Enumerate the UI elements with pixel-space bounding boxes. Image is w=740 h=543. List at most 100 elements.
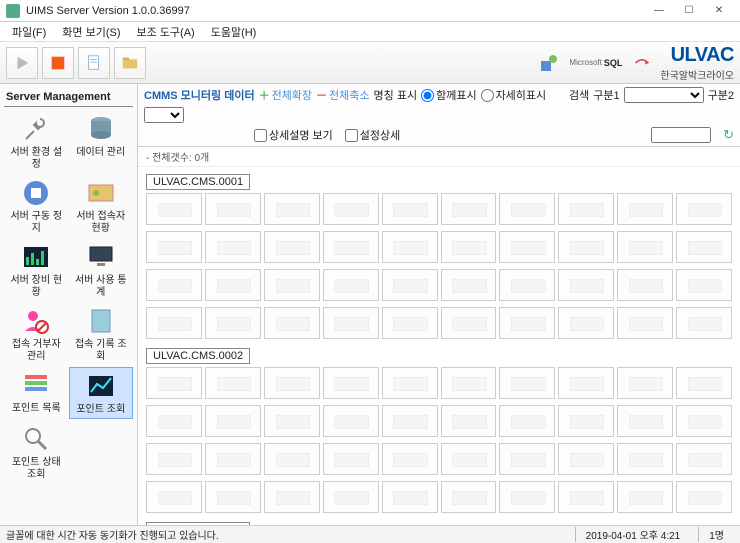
sidebar-item-9[interactable]: 포인트 조회 [69,367,134,419]
data-cell[interactable] [441,269,497,301]
search-input[interactable] [651,127,711,143]
data-cell[interactable] [676,443,732,475]
sidebar-item-2[interactable]: 서버 구동 정지 [4,175,69,237]
data-cell[interactable] [205,367,261,399]
sidebar-item-10[interactable]: 포인트 상태 조회 [4,421,69,483]
group2-select[interactable] [144,107,184,123]
data-cell[interactable] [441,193,497,225]
data-cell[interactable] [146,269,202,301]
data-cell[interactable] [205,405,261,437]
data-cell[interactable] [382,367,438,399]
data-cell[interactable] [676,269,732,301]
data-grid-area[interactable]: ULVAC.CMS.0001 ULVAC.CMS.0002 ULVAC.CMS.00… [138,167,740,525]
data-cell[interactable] [323,231,379,263]
data-cell[interactable] [676,367,732,399]
data-cell[interactable] [382,269,438,301]
data-cell[interactable] [205,231,261,263]
close-button[interactable]: ✕ [704,1,734,21]
data-cell[interactable] [676,193,732,225]
data-cell[interactable] [146,367,202,399]
data-cell[interactable] [499,367,555,399]
data-cell[interactable] [499,231,555,263]
data-cell[interactable] [499,481,555,513]
data-cell[interactable] [205,269,261,301]
data-cell[interactable] [205,443,261,475]
data-cell[interactable] [558,231,614,263]
menu-view[interactable]: 화면 보기(S) [54,22,128,42]
data-cell[interactable] [382,231,438,263]
menu-help[interactable]: 도움말(H) [203,22,265,42]
compact-radio[interactable]: 함께표시 [421,87,476,103]
data-cell[interactable] [382,405,438,437]
data-cell[interactable] [264,231,320,263]
expand-all-button[interactable]: ＋전체확장 [259,87,312,103]
data-cell[interactable] [264,269,320,301]
maximize-button[interactable]: ☐ [674,1,704,21]
data-cell[interactable] [676,481,732,513]
data-cell[interactable] [617,231,673,263]
data-cell[interactable] [676,231,732,263]
data-cell[interactable] [441,367,497,399]
data-cell[interactable] [558,367,614,399]
data-cell[interactable] [146,405,202,437]
data-cell[interactable] [617,307,673,339]
setting-detail-checkbox[interactable]: 설정상세 [345,127,400,143]
folder-button[interactable] [114,47,146,79]
data-cell[interactable] [264,405,320,437]
group-header[interactable]: ULVAC.CMS.0001 [146,174,250,190]
data-cell[interactable] [499,405,555,437]
group-header[interactable]: ULVAC.CMS.0002 [146,348,250,364]
data-cell[interactable] [617,193,673,225]
stop-button[interactable] [42,47,74,79]
data-cell[interactable] [441,443,497,475]
data-cell[interactable] [617,269,673,301]
detail-radio[interactable]: 자세히표시 [481,87,547,103]
data-cell[interactable] [558,405,614,437]
data-cell[interactable] [441,405,497,437]
data-cell[interactable] [382,193,438,225]
data-cell[interactable] [264,443,320,475]
data-cell[interactable] [499,193,555,225]
play-button[interactable] [6,47,38,79]
data-cell[interactable] [499,307,555,339]
data-cell[interactable] [617,405,673,437]
detail-expand-checkbox[interactable]: 상세설명 보기 [254,127,333,143]
sidebar-item-0[interactable]: 서버 환경 설정 [4,111,69,173]
data-cell[interactable] [323,193,379,225]
data-cell[interactable] [264,481,320,513]
data-cell[interactable] [323,443,379,475]
data-cell[interactable] [617,481,673,513]
sidebar-item-4[interactable]: 서버 장비 현황 [4,239,69,301]
data-cell[interactable] [264,307,320,339]
data-cell[interactable] [323,307,379,339]
menu-file[interactable]: 파일(F) [4,22,54,42]
data-cell[interactable] [676,307,732,339]
sidebar-item-3[interactable]: 서버 접속자 현황 [69,175,134,237]
data-cell[interactable] [558,443,614,475]
data-cell[interactable] [205,193,261,225]
data-cell[interactable] [382,307,438,339]
group1-select[interactable] [624,87,704,103]
sidebar-item-1[interactable]: 데이터 관리 [69,111,134,173]
data-cell[interactable] [323,481,379,513]
data-cell[interactable] [205,481,261,513]
group-header[interactable]: ULVAC.CMS.0003 [146,522,250,525]
data-cell[interactable] [441,231,497,263]
collapse-all-button[interactable]: －전체축소 [316,87,369,103]
data-cell[interactable] [323,367,379,399]
data-cell[interactable] [558,269,614,301]
data-cell[interactable] [205,307,261,339]
data-cell[interactable] [558,481,614,513]
data-cell[interactable] [382,443,438,475]
data-cell[interactable] [146,307,202,339]
data-cell[interactable] [382,481,438,513]
data-cell[interactable] [676,405,732,437]
refresh-button[interactable]: ↻ [723,127,734,143]
data-cell[interactable] [617,367,673,399]
data-cell[interactable] [441,481,497,513]
document-button[interactable] [78,47,110,79]
data-cell[interactable] [499,443,555,475]
data-cell[interactable] [617,443,673,475]
sidebar-item-8[interactable]: 포인트 목록 [4,367,69,419]
data-cell[interactable] [441,307,497,339]
